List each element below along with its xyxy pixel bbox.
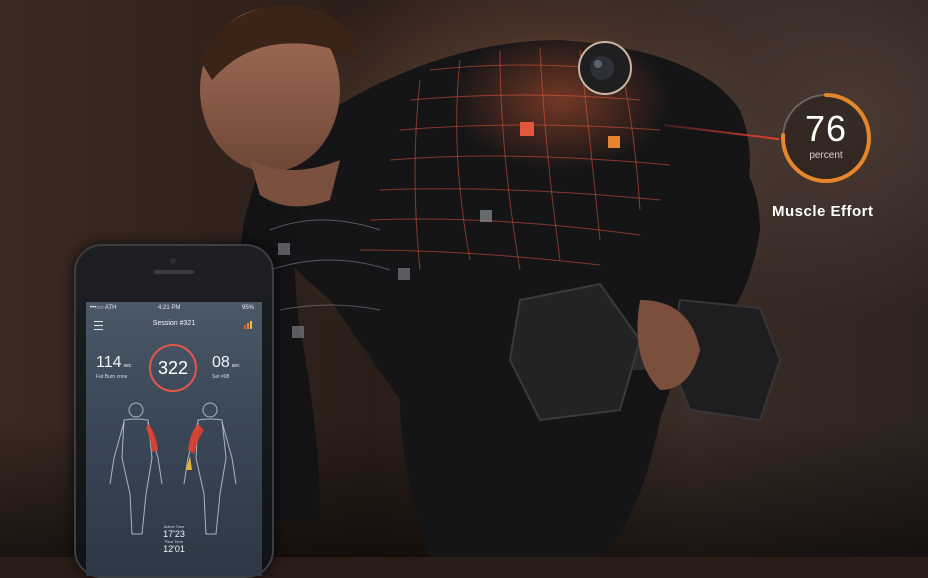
battery-level: 95% [241, 305, 254, 311]
session-title: Session #321 [152, 320, 196, 327]
gauge-value: 76 [804, 108, 848, 149]
phone-camera [170, 258, 176, 264]
active-time-value: 17'23 [163, 529, 185, 539]
smartphone: •••○○ ATH 4:21 PM 95% Session #321 114 se… [74, 244, 274, 578]
gauge-unit: percent [809, 150, 843, 161]
set-stat: 08 sec Set #08 [212, 354, 240, 380]
rest-time-value: 12'01 [163, 544, 185, 554]
phone-screen: •••○○ ATH 4:21 PM 95% Session #321 114 se… [86, 302, 262, 576]
status-time: 4:21 PM [158, 305, 181, 311]
muscle-map [109, 402, 237, 535]
front-body-figure [109, 402, 163, 535]
rep-counter: 322 [149, 344, 197, 392]
fat-burn-label: Fat Burn zone [96, 374, 128, 380]
app-nav-bar: Session #321 [86, 316, 262, 334]
gauge-caption: Muscle Effort [772, 203, 874, 220]
carrier-label: •••○○ ATH [90, 305, 117, 311]
set-label: Set #08 [212, 374, 230, 380]
set-value: 08 [212, 354, 230, 371]
fat-burn-stat: 114 sec Fat Burn zone [96, 354, 131, 380]
stats-bars-icon[interactable] [244, 321, 254, 329]
muscle-effort-gauge: 76 percent [778, 90, 874, 186]
time-summary: Active Time 17'23 Rest Time 12'01 [86, 524, 262, 554]
status-bar: •••○○ ATH 4:21 PM 95% [86, 302, 262, 314]
back-body-figure [183, 402, 237, 535]
fat-burn-unit: sec [123, 363, 132, 369]
phone-speaker [154, 270, 194, 274]
set-unit: sec [231, 363, 240, 369]
fat-burn-value: 114 [96, 354, 122, 371]
front-muscle-highlight [146, 424, 158, 452]
